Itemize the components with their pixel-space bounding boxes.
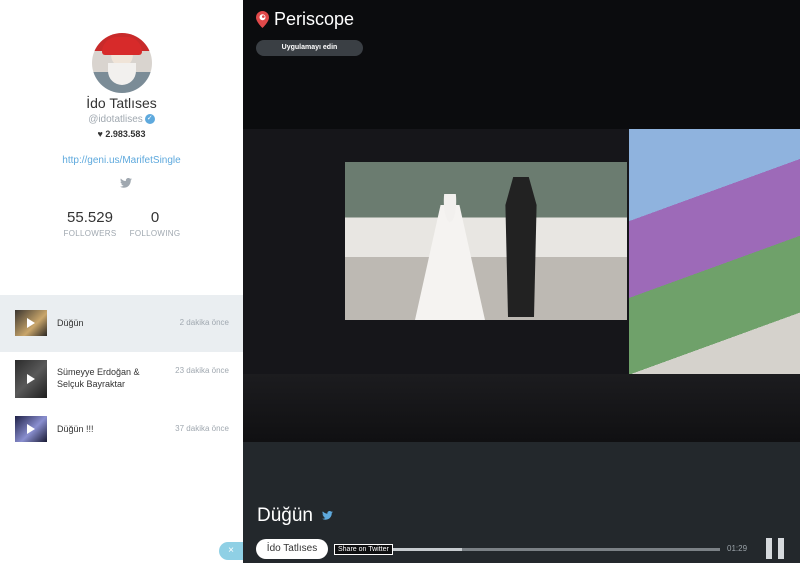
profile-sidebar: İdo Tatlıses @idotatlises ✓ ♥ 2.983.583 h… [0, 0, 243, 563]
broadcast-thumbnail [15, 310, 47, 336]
pause-button[interactable] [766, 538, 784, 559]
list-item[interactable]: Düğün 2 dakika önce [0, 295, 243, 352]
play-icon [27, 318, 35, 328]
periscope-pin-icon [256, 11, 269, 28]
close-button[interactable]: × [219, 542, 243, 560]
followers-stat[interactable]: 55.529 FOLLOWERS [60, 209, 120, 238]
following-stat[interactable]: 0 FOLLOWING [125, 209, 185, 238]
broadcast-title-text: Düğün [257, 505, 313, 526]
broadcast-title: Düğün !!! [57, 424, 94, 434]
broadcast-time: 23 dakika önce [175, 366, 229, 375]
crowd-area [243, 374, 800, 442]
share-tooltip: Share on Twitter [334, 544, 393, 555]
progress-bar[interactable] [393, 548, 720, 551]
player-controls: Düğün İdo Tatlıses Share on Twitter 01:2… [243, 442, 800, 563]
followers-count: 55.529 [67, 209, 113, 226]
broadcast-list: Düğün 2 dakika önce Sümeyye Erdoğan & Se… [0, 295, 243, 458]
play-icon [27, 374, 35, 384]
broadcast-time: 37 dakika önce [175, 424, 229, 433]
profile-link[interactable]: http://geni.us/MarifetSingle [0, 155, 243, 166]
video-frame[interactable] [243, 129, 800, 442]
profile-handle: @idotatlises ✓ [0, 114, 243, 125]
broadcast-title: Sümeyye Erdoğan & Selçuk Bayraktar [57, 367, 140, 389]
followers-label: FOLLOWERS [63, 229, 117, 238]
hearts-count: ♥ 2.983.583 [0, 129, 243, 139]
broadcast-thumbnail [15, 416, 47, 442]
list-item[interactable]: Düğün !!! 37 dakika önce [0, 405, 243, 458]
periscope-logo[interactable]: Periscope [256, 9, 354, 30]
play-icon [27, 424, 35, 434]
pause-icon-bar [766, 538, 772, 559]
logo-text: Periscope [274, 9, 355, 29]
progress-fill [393, 548, 462, 551]
avatar-beard [108, 63, 136, 85]
pause-icon-bar [778, 538, 784, 559]
broadcast-thumbnail [15, 360, 47, 398]
elapsed-time: 01:29 [727, 544, 748, 553]
broadcast-title: Düğün [57, 318, 84, 328]
bride-figure [415, 194, 485, 320]
video-player: Periscope Uygulamayı edin Düğün İdo Tatl… [243, 0, 800, 563]
broadcaster-pill[interactable]: İdo Tatlıses [256, 539, 328, 559]
profile-name: İdo Tatlıses [86, 95, 157, 111]
verified-icon: ✓ [144, 114, 155, 125]
get-app-button[interactable]: Uygulamayı edin [256, 40, 363, 56]
heart-icon: ♥ [97, 129, 103, 139]
following-count: 0 [150, 209, 160, 226]
profile-handle-text: @idotatlises [88, 114, 143, 125]
twitter-icon[interactable] [120, 178, 132, 188]
video-screen-right [629, 129, 800, 374]
following-label: FOLLOWING [129, 229, 181, 238]
broadcast-title-main: Düğün [257, 505, 334, 527]
avatar-cap [102, 37, 142, 55]
avatar[interactable] [92, 33, 152, 93]
groom-figure [505, 177, 537, 317]
list-item[interactable]: Sümeyye Erdoğan & Selçuk Bayraktar 23 da… [0, 352, 243, 405]
hearts-value: 2.983.583 [105, 129, 146, 139]
video-screen-left [345, 162, 627, 320]
broadcast-time: 2 dakika önce [179, 318, 229, 327]
twitter-icon[interactable] [322, 511, 334, 521]
